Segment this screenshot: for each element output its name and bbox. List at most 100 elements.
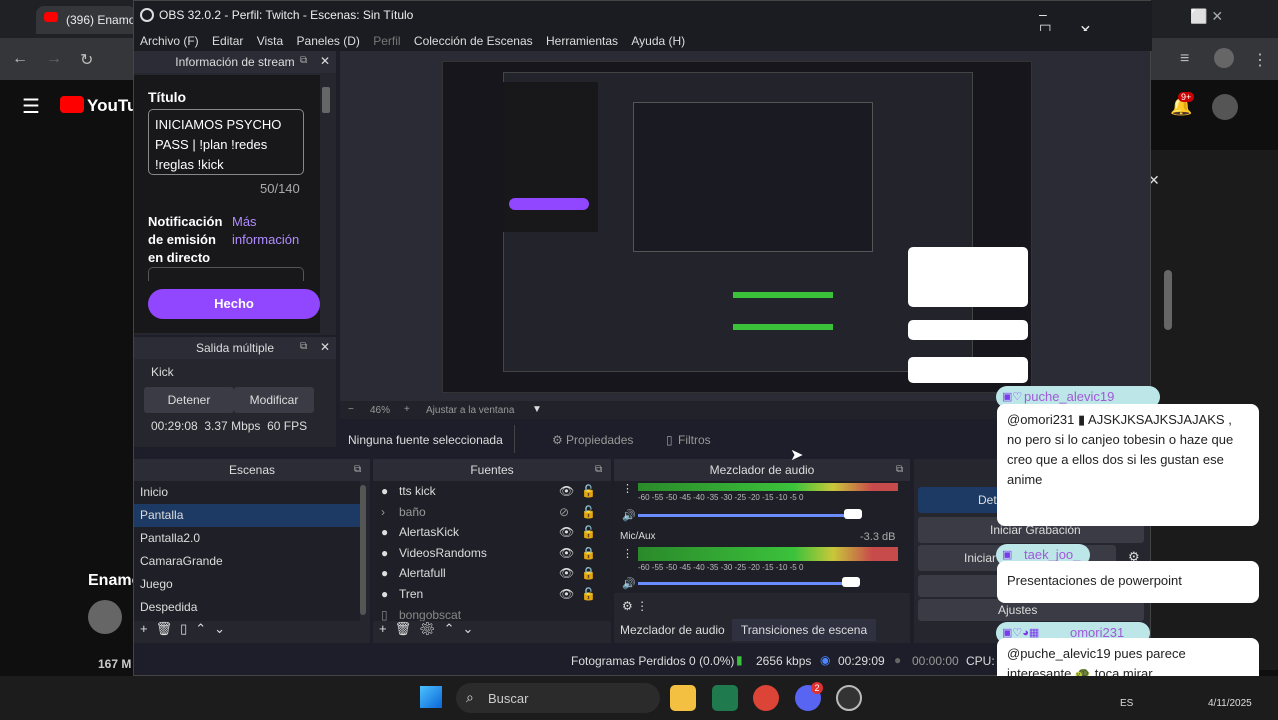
lock-icon[interactable]: 🔓 [581,584,596,605]
source-item[interactable]: ● VideosRandoms 👁 🔒 [373,543,611,564]
source-type-icon: ● [381,566,389,581]
menu-editar[interactable]: Editar [212,34,243,48]
scrollbar-thumb[interactable] [360,485,366,615]
channel-menu-icon[interactable]: ⋮ [622,547,633,560]
slider-handle[interactable] [844,509,862,519]
chrome-icon[interactable] [753,685,779,711]
eye-icon[interactable]: 👁 [559,584,574,605]
scrollbar-thumb[interactable] [1164,270,1172,330]
close-dock-icon[interactable]: ✕ [320,340,330,354]
undock-icon[interactable]: ⧉ [896,464,903,475]
scene-item-selected[interactable]: Pantalla [134,504,360,527]
forward-icon[interactable]: → [46,50,62,68]
meter-ticks: -60 -55 -50 -45 -40 -35 -30 -25 -20 -15 … [638,493,804,502]
channel1-meter [638,483,898,491]
menu-herramientas[interactable]: Herramientas [546,34,618,48]
preview-canvas[interactable] [340,51,1150,401]
scene-toolbar-icons[interactable]: +🗑▯⌃⌄ [140,621,233,637]
reload-icon[interactable]: ↻ [80,50,93,70]
youtube-logo-icon[interactable] [60,96,84,113]
scene-item[interactable]: Inicio [134,481,360,504]
speaker-icon[interactable]: 🔊 [622,577,636,590]
channel2-volume-slider[interactable] [638,582,848,585]
obs-taskbar-icon[interactable] [836,685,862,711]
eye-icon[interactable]: 👁 [559,563,574,584]
notification-input[interactable] [148,267,304,281]
eye-off-icon[interactable]: ⊘ [559,502,569,523]
source-item[interactable]: ● AlertasKick 👁 🔓 [373,522,611,543]
title-label: Título [148,89,187,105]
scene-item[interactable]: Despedida [134,596,360,619]
source-item[interactable]: ● Alertafull 👁 🔒 [373,563,611,584]
mixer-gear-icon[interactable]: ⚙ ⋮ [622,599,648,613]
title-input[interactable]: INICIAMOS PSYCHO PASS | !plan !redes !re… [148,109,304,175]
menu-paneles[interactable]: Paneles (D) [297,34,360,48]
lock-icon[interactable]: 🔓 [581,481,596,502]
back-icon[interactable]: ← [12,50,28,68]
source-type-icon: ● [381,484,389,498]
avatar[interactable] [1212,94,1238,120]
source-item[interactable]: ▯ bongobscat [373,605,611,621]
search-box[interactable]: ⌕ Buscar [456,683,660,713]
gear-icon[interactable]: ⚙ [552,433,563,447]
undock-icon[interactable]: ⧉ [354,464,361,475]
source-item[interactable]: ● tts kick 👁 🔓 [373,481,611,502]
playlist-icon[interactable]: ≡ [1180,50,1189,68]
mouse-cursor-icon: ➤ [790,447,804,464]
undock-icon[interactable]: ⧉ [300,341,307,352]
record-time: 00:00:00 [912,654,959,668]
zoom-in-icon[interactable]: + [404,404,410,415]
scene-item[interactable]: CamaraGrande [134,550,360,573]
slider-handle[interactable] [842,577,860,587]
scrollbar-thumb[interactable] [322,87,330,113]
scene-item[interactable]: Juego [134,573,360,596]
filters-button[interactable]: Filtros [678,433,711,447]
source-group[interactable]: › baño ⊘ 🔓 [373,502,611,523]
properties-button[interactable]: Propiedades [566,433,633,447]
windows-start-icon[interactable] [420,686,442,708]
menu-ayuda[interactable]: Ayuda (H) [631,34,685,48]
close-dock-icon[interactable]: ✕ [320,54,330,68]
fit-window-label[interactable]: Ajustar a la ventana [426,405,514,416]
stop-output-button[interactable]: Detener [144,387,234,413]
lock-closed-icon[interactable]: 🔒 [581,543,596,564]
undock-icon[interactable]: ⧉ [300,55,307,66]
speaker-icon[interactable]: 🔊 [622,509,636,522]
channel1-volume-slider[interactable] [638,514,852,517]
eye-icon[interactable]: 👁 [559,543,574,564]
file-explorer-icon[interactable] [670,685,696,711]
mixer-title: Mezclador de audio [614,459,910,481]
tab-transitions[interactable]: Transiciones de escena [732,619,876,641]
app-icon[interactable] [712,685,738,711]
eye-icon[interactable]: 👁 [559,522,574,543]
expand-icon[interactable]: › [381,502,385,523]
modify-output-button[interactable]: Modificar [234,387,314,413]
lock-icon[interactable]: 🔓 [581,522,596,543]
source-toolbar-icons[interactable]: +🗑⚙⌃⌄ [379,621,481,637]
scene-item[interactable]: Pantalla2.0 [134,527,360,550]
hamburger-icon[interactable]: ☰ [22,94,40,119]
lock-closed-icon[interactable]: 🔒 [581,563,596,584]
source-item[interactable]: ● Tren 👁 🔓 [373,584,611,605]
menu-archivo[interactable]: Archivo (F) [140,34,199,48]
tab-mixer[interactable]: Mezclador de audio [620,623,725,637]
language-indicator[interactable]: ES [1120,698,1133,709]
more-info-link[interactable]: Más información [232,213,316,249]
menu-vista[interactable]: Vista [257,34,283,48]
zoom-out-icon[interactable]: − [348,404,354,415]
done-button[interactable]: Hecho [148,289,320,319]
mixer-channels: ⋮ -60 -55 -50 -45 -40 -35 -30 -25 -20 -1… [614,481,910,593]
menu-coleccion[interactable]: Colección de Escenas [414,34,533,48]
lock-icon[interactable]: 🔓 [581,502,596,523]
menu-dots-icon[interactable]: ⋮ [1252,50,1268,70]
date[interactable]: 4/11/2025 [1208,698,1252,709]
profile-avatar[interactable] [1214,48,1234,68]
channel-avatar[interactable] [88,600,122,634]
channel-menu-icon[interactable]: ⋮ [622,482,633,495]
eye-icon[interactable]: 👁 [559,481,574,502]
undock-icon[interactable]: ⧉ [595,464,602,475]
zoom-dropdown-icon[interactable]: ▼ [532,404,542,415]
filter-icon[interactable]: ▯ [666,433,673,447]
menu-perfil[interactable]: Perfil [373,34,400,48]
search-icon: ⌕ [466,689,474,705]
